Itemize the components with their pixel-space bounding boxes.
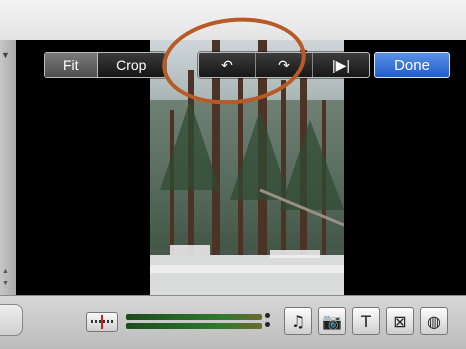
video-frame-preview xyxy=(150,40,344,295)
done-button[interactable]: Done xyxy=(374,52,450,78)
rotate-left-icon[interactable]: ↶ xyxy=(199,53,256,77)
rotate-controls: ↶ ↷ |▶| xyxy=(198,52,370,78)
music-icon[interactable]: ♫ xyxy=(284,307,312,335)
bottom-toolbar: ♫ 📷 T ⊠ ◍ xyxy=(0,295,466,349)
bottom-left-button[interactable] xyxy=(0,304,23,336)
title-icon[interactable]: T xyxy=(352,307,380,335)
browser-tool-buttons: ♫ 📷 T ⊠ ◍ xyxy=(284,307,448,335)
audio-level-meter xyxy=(126,312,270,332)
transition-icon[interactable]: ⊠ xyxy=(386,307,414,335)
scroll-down-icon[interactable]: ▼ xyxy=(2,280,9,287)
globe-icon[interactable]: ◍ xyxy=(420,307,448,335)
camera-icon[interactable]: 📷 xyxy=(318,307,346,335)
window-top-strip xyxy=(0,0,466,40)
rotate-right-icon[interactable]: ↷ xyxy=(256,53,313,77)
audio-skimming-button[interactable] xyxy=(86,312,118,332)
playhead-marker xyxy=(101,315,103,329)
play-preview-icon[interactable]: |▶| xyxy=(313,53,369,77)
fit-button[interactable]: Fit xyxy=(45,53,98,77)
level-peak-indicators xyxy=(265,312,271,332)
fit-crop-segmented-control: Fit Crop xyxy=(44,52,166,78)
disclosure-triangle-icon[interactable]: ▼ xyxy=(1,50,10,60)
level-bar-right xyxy=(126,323,262,329)
level-bar-left xyxy=(126,314,262,320)
crop-button[interactable]: Crop xyxy=(97,53,165,77)
left-sidebar-fragment: ▼ ▲ ▼ xyxy=(0,40,16,295)
scroll-up-icon[interactable]: ▲ xyxy=(2,268,9,275)
forest-image xyxy=(150,40,344,295)
